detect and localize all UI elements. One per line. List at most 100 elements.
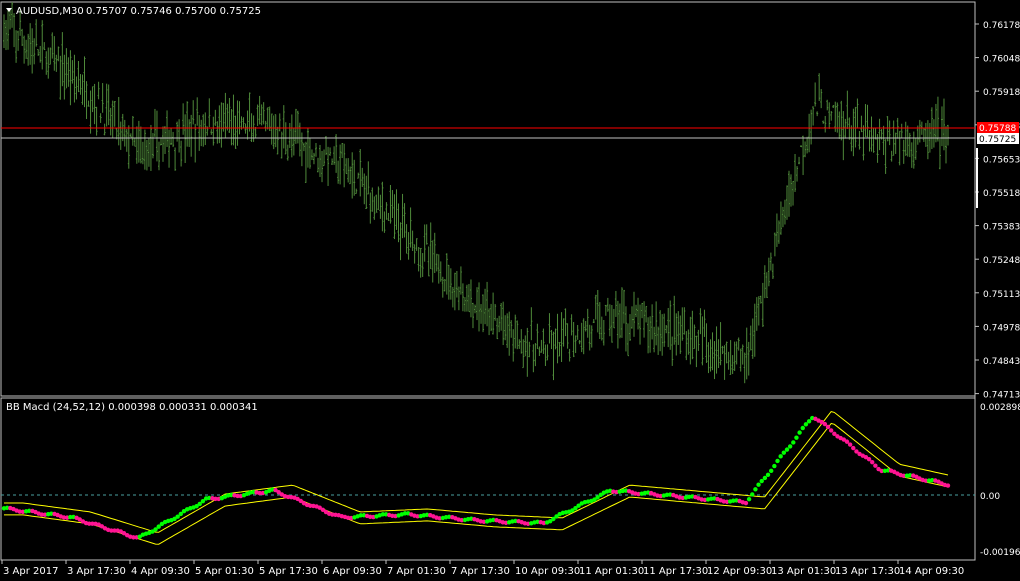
time-tick-label: 5 Apr 01:30 (195, 566, 254, 577)
price-bar (204, 112, 207, 146)
price-bar (510, 320, 513, 338)
time-tick-label: 7 Apr 01:30 (387, 566, 446, 577)
price-bar (769, 252, 772, 271)
price-bar (514, 314, 517, 349)
price-tick-label: 0.76048 (983, 55, 1020, 65)
price-bar (540, 339, 543, 353)
price-bar (777, 220, 780, 244)
price-bar (832, 104, 835, 109)
price-bar (492, 292, 495, 335)
price-bar (635, 304, 638, 318)
price-bar (661, 314, 664, 356)
price-bar (105, 83, 108, 127)
price-bar (677, 311, 680, 345)
price-bar (290, 114, 293, 158)
price-bar (381, 181, 384, 232)
price-bar (391, 190, 394, 219)
price-bar (816, 111, 819, 117)
price-bar (741, 344, 744, 365)
price-bar (936, 96, 939, 142)
price-bar (792, 180, 795, 206)
time-tick-label: 13 Apr 01:30 (771, 566, 836, 577)
price-bar (359, 149, 362, 197)
price-bar (13, 13, 16, 48)
price-bar (377, 186, 380, 211)
price-bar (520, 329, 523, 354)
price-bar (874, 127, 877, 140)
price-bar (37, 48, 40, 56)
price-bar (264, 120, 267, 132)
price-bar (900, 123, 903, 139)
main-panel-frame (0, 1, 976, 397)
ohlc-readout: 0.75707 0.75746 0.75700 0.75725 (86, 6, 261, 17)
price-bar (796, 166, 799, 182)
price-bar (534, 343, 537, 367)
price-bar (759, 295, 762, 304)
price-bar (282, 105, 285, 149)
price-bar (198, 115, 201, 151)
price-bar (473, 304, 476, 314)
red-level-label: 0.75788 (979, 124, 1016, 134)
price-bar (373, 196, 376, 220)
price-bar (783, 199, 786, 225)
price-bar (190, 114, 193, 157)
price-bar (139, 126, 142, 164)
price-bar (465, 284, 468, 312)
price-bar (310, 149, 313, 161)
price-bar (57, 46, 60, 62)
price-bar (351, 152, 354, 199)
price-bar (705, 323, 708, 363)
price-bars[interactable] (3, 1, 949, 384)
time-tick-label: 3 Apr 2017 (3, 566, 58, 577)
macd-point (794, 435, 799, 440)
macd-point (775, 458, 780, 464)
price-bar (924, 122, 927, 147)
price-bar (544, 344, 547, 366)
price-bar (371, 187, 374, 212)
price-bar (691, 310, 694, 360)
price-bar (566, 323, 569, 349)
scroll-marker[interactable] (976, 148, 978, 208)
price-bar (912, 131, 915, 169)
price-bar (562, 318, 565, 347)
price-bar (87, 100, 90, 107)
price-bar (194, 123, 197, 163)
price-bar (709, 339, 712, 372)
macd-point (828, 428, 834, 433)
price-bar (242, 117, 245, 129)
price-bar (397, 203, 400, 243)
price-bar (73, 54, 76, 103)
price-bar (848, 117, 851, 140)
price-bar (15, 30, 18, 63)
price-bar (713, 341, 716, 380)
price-bar (504, 315, 507, 341)
macd-lower-band (4, 422, 949, 545)
price-tick-label: 0.75653 (983, 155, 1020, 165)
price-bar (584, 320, 587, 332)
price-bar (671, 336, 674, 366)
price-bar (494, 303, 497, 321)
price-bar (864, 104, 867, 138)
macd-point (750, 492, 755, 497)
price-bar (182, 103, 185, 135)
price-bar (248, 92, 251, 132)
price-bar (781, 206, 784, 228)
price-bar (325, 136, 328, 156)
price-bar (97, 81, 100, 100)
price-bar (43, 42, 46, 51)
price-bar (55, 54, 58, 72)
price-bar (244, 123, 247, 134)
price-bar (659, 310, 662, 352)
chart-dropdown-icon[interactable] (6, 8, 12, 12)
macd-line[interactable] (1, 415, 951, 540)
price-bar (375, 194, 378, 213)
price-bar (641, 302, 644, 319)
price-bar (637, 297, 640, 330)
price-bar (17, 30, 20, 51)
price-bar (59, 55, 62, 100)
price-bar (455, 270, 458, 298)
price-bar (578, 340, 581, 345)
price-bar (109, 107, 112, 136)
chart-window[interactable]: AUDUSD,M30 0.75707 0.75746 0.75700 0.757… (0, 0, 1020, 581)
macd-point (870, 459, 875, 465)
